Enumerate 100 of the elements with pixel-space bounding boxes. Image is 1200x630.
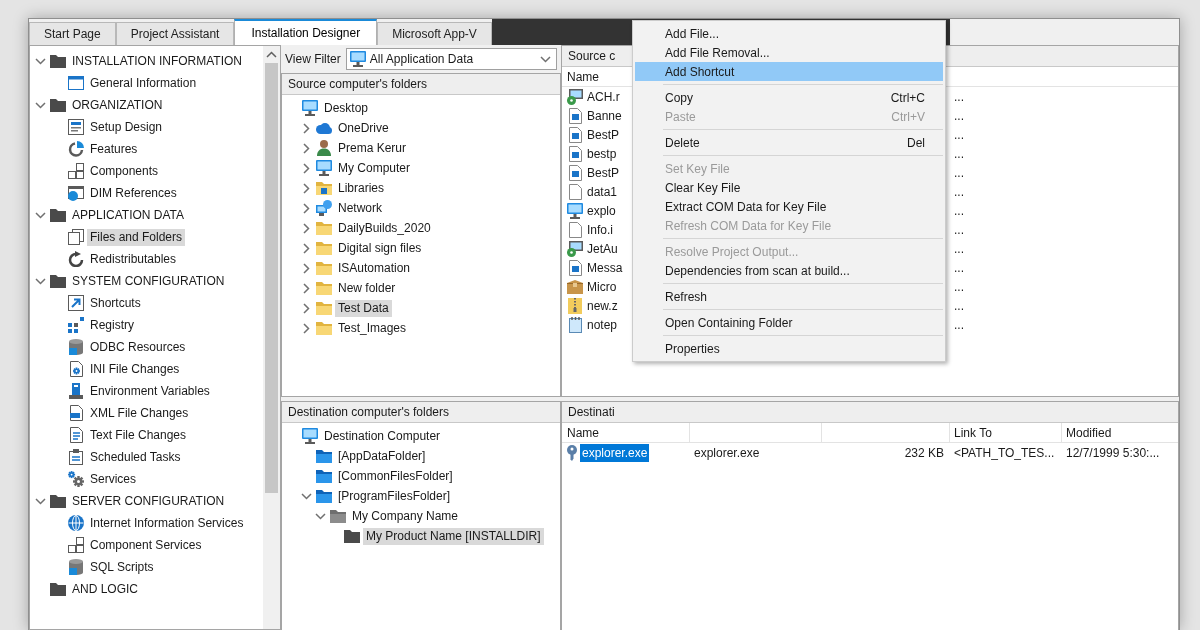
chevron-right-icon[interactable]: [303, 222, 310, 234]
tree-item[interactable]: My Product Name [INSTALLDIR]: [363, 527, 544, 545]
file-name[interactable]: Banne: [587, 106, 622, 125]
file-name[interactable]: JetAu: [587, 239, 618, 258]
column-header[interactable]: Modified: [1066, 423, 1112, 442]
scrollbar-thumb[interactable]: [265, 63, 278, 493]
tree-item[interactable]: Internet Information Services: [87, 514, 247, 532]
tree-item[interactable]: Component Services: [87, 536, 205, 554]
folder-icon: [50, 54, 66, 68]
menu-item[interactable]: Extract COM Data for Key File: [635, 197, 943, 216]
menu-item[interactable]: Add Shortcut: [635, 62, 943, 81]
menu-item[interactable]: Dependencies from scan at build...: [635, 261, 943, 280]
menu-item[interactable]: Add File Removal...: [635, 43, 943, 62]
chevron-right-icon[interactable]: [303, 302, 310, 314]
chevron-down-icon[interactable]: [315, 512, 326, 520]
menu-item[interactable]: Delete Del: [635, 133, 943, 152]
tree-item[interactable]: My Company Name: [349, 507, 462, 525]
tab[interactable]: Start Page: [29, 22, 116, 45]
tree-item[interactable]: Test Data: [335, 299, 392, 317]
file-name[interactable]: explo: [587, 201, 616, 220]
file-name[interactable]: Info.i: [587, 220, 613, 239]
tree-item[interactable]: Test_Images: [335, 319, 410, 337]
chevron-right-icon[interactable]: [303, 162, 310, 174]
file-name[interactable]: bestp: [587, 144, 617, 163]
tree-item[interactable]: DIM References: [87, 184, 180, 202]
tree-category[interactable]: APPLICATION DATA: [69, 206, 188, 224]
tree-item[interactable]: XML File Changes: [87, 404, 192, 422]
menu-item[interactable]: Properties: [635, 339, 943, 358]
file-name[interactable]: explorer.exe: [580, 444, 650, 462]
menu-item[interactable]: Open Containing Folder: [635, 313, 943, 332]
tree-item[interactable]: INI File Changes: [87, 360, 183, 378]
tree-item[interactable]: Redistributables: [87, 250, 180, 268]
tree-item[interactable]: Features: [87, 140, 141, 158]
tree-category[interactable]: SYSTEM CONFIGURATION: [69, 272, 228, 290]
tree-item[interactable]: Components: [87, 162, 162, 180]
file-name[interactable]: BestP: [587, 125, 619, 144]
tree-item[interactable]: General Information: [87, 74, 200, 92]
chevron-up-icon[interactable]: [266, 51, 277, 58]
tab[interactable]: Microsoft App-V: [377, 22, 492, 45]
chevron-down-icon[interactable]: [35, 57, 46, 65]
tree-category[interactable]: SERVER CONFIGURATION: [69, 492, 228, 510]
tree-item[interactable]: SQL Scripts: [87, 558, 157, 576]
file-name[interactable]: new.z: [587, 296, 618, 315]
tree-item[interactable]: Setup Design: [87, 118, 166, 136]
tree-item[interactable]: Scheduled Tasks: [87, 448, 184, 466]
file-name[interactable]: Messa: [587, 258, 623, 277]
tree-item[interactable]: Shortcuts: [87, 294, 144, 312]
chevron-down-icon[interactable]: [301, 492, 312, 500]
chevron-right-icon[interactable]: [303, 242, 310, 254]
file-name[interactable]: ACH.r: [587, 87, 620, 106]
tree-item[interactable]: Libraries: [335, 179, 388, 197]
tree-item[interactable]: Desktop: [321, 99, 372, 117]
tree-item[interactable]: Network: [335, 199, 385, 217]
tree-item[interactable]: Prema Kerur: [335, 139, 410, 157]
tree-category[interactable]: INSTALLATION INFORMATION: [69, 52, 245, 70]
tree-item[interactable]: New folder: [335, 279, 399, 297]
chevron-right-icon[interactable]: [303, 182, 310, 194]
file-name[interactable]: BestP: [587, 163, 619, 182]
tree-item[interactable]: [ProgramFilesFolder]: [335, 487, 454, 505]
tree-item[interactable]: Services: [87, 470, 139, 488]
column-header[interactable]: Link To: [954, 423, 992, 442]
tree-item[interactable]: [AppDataFolder]: [335, 447, 429, 465]
chevron-right-icon[interactable]: [303, 122, 310, 134]
view-filter-dropdown[interactable]: All Application Data: [345, 48, 557, 70]
column-header[interactable]: Name: [567, 67, 599, 86]
column-header[interactable]: Name: [567, 423, 599, 442]
menu-item[interactable]: Copy Ctrl+C: [635, 88, 943, 107]
tree-item[interactable]: Environment Variables: [87, 382, 213, 400]
tree-item[interactable]: DailyBuilds_2020: [335, 219, 434, 237]
file-name[interactable]: notep: [587, 315, 618, 334]
tree-item[interactable]: My Computer: [335, 159, 414, 177]
pane-caption: Destination computer's folders: [282, 402, 560, 423]
menu-item[interactable]: Refresh: [635, 287, 943, 306]
tree-item[interactable]: Files and Folders: [87, 228, 186, 246]
tree-item[interactable]: [CommonFilesFolder]: [335, 467, 456, 485]
tree-item[interactable]: Registry: [87, 316, 137, 334]
tab[interactable]: Installation Designer: [234, 19, 378, 45]
chevron-down-icon[interactable]: [35, 497, 46, 505]
chevron-down-icon[interactable]: [35, 101, 46, 109]
tree-item[interactable]: Text File Changes: [87, 426, 190, 444]
tree-item[interactable]: Destination Computer: [321, 427, 444, 445]
menu-item[interactable]: Add File...: [635, 24, 943, 43]
tree-category[interactable]: ORGANIZATION: [69, 96, 166, 114]
menu-item[interactable]: Clear Key File: [635, 178, 943, 197]
tree-category[interactable]: AND LOGIC: [69, 580, 141, 598]
file-name[interactable]: Micro: [587, 277, 617, 296]
tree-item[interactable]: ISAutomation: [335, 259, 414, 277]
chevron-down-icon[interactable]: [35, 211, 46, 219]
tree-item[interactable]: Digital sign files: [335, 239, 425, 257]
chevron-down-icon[interactable]: [35, 277, 46, 285]
tab[interactable]: Project Assistant: [115, 22, 235, 45]
file-name[interactable]: data1: [587, 182, 618, 201]
chevron-right-icon[interactable]: [303, 322, 310, 334]
tree-item[interactable]: ODBC Resources: [87, 338, 189, 356]
chevron-right-icon[interactable]: [303, 202, 310, 214]
truncated-text: ...: [954, 297, 964, 315]
tree-item[interactable]: OneDrive: [335, 119, 392, 137]
chevron-right-icon[interactable]: [303, 262, 310, 274]
chevron-right-icon[interactable]: [303, 282, 310, 294]
chevron-right-icon[interactable]: [303, 142, 310, 154]
